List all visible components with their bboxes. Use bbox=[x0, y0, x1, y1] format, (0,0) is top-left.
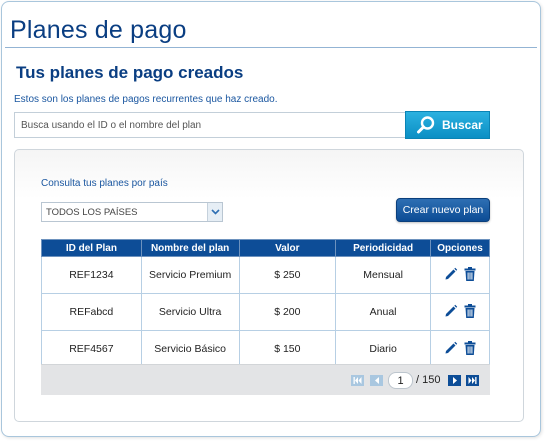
pencil-icon[interactable] bbox=[444, 304, 458, 321]
search-button[interactable]: Buscar bbox=[405, 111, 490, 139]
column-header-period: Periodicidad bbox=[335, 239, 432, 257]
next-page-icon[interactable] bbox=[448, 375, 461, 386]
plan-value: $ 200 bbox=[238, 293, 337, 331]
country-select[interactable]: TODOS LOS PAÍSES bbox=[41, 202, 223, 222]
plan-options bbox=[430, 293, 490, 331]
plan-id: REF4567 bbox=[41, 330, 142, 368]
table-header-row: ID del Plan Nombre del plan Valor Period… bbox=[41, 239, 490, 257]
trash-icon[interactable] bbox=[464, 266, 476, 284]
table-row: REF4567 Servicio Básico $ 150 Diario bbox=[41, 330, 490, 368]
plan-period: Anual bbox=[335, 293, 432, 331]
previous-page-icon[interactable] bbox=[370, 375, 383, 386]
search-icon bbox=[416, 115, 436, 135]
column-header-value: Valor bbox=[238, 239, 337, 257]
search-input[interactable] bbox=[14, 112, 406, 138]
title-divider bbox=[5, 47, 537, 48]
plans-table: ID del Plan Nombre del plan Valor Period… bbox=[41, 239, 490, 368]
page-number-input[interactable] bbox=[388, 372, 413, 389]
chevron-down-icon bbox=[207, 203, 222, 221]
country-filter-label: Consulta tus planes por país bbox=[41, 178, 168, 189]
country-select-value: TODOS LOS PAÍSES bbox=[46, 206, 138, 218]
create-plan-button[interactable]: Crear nuevo plan bbox=[396, 198, 490, 222]
plan-period: Mensual bbox=[335, 256, 432, 294]
plan-id: REFabcd bbox=[41, 293, 142, 331]
plan-id: REF1234 bbox=[41, 256, 142, 294]
plan-value: $ 250 bbox=[238, 256, 337, 294]
plan-options bbox=[430, 256, 490, 294]
table-row: REF1234 Servicio Premium $ 250 Mensual bbox=[41, 256, 490, 294]
first-page-icon[interactable] bbox=[351, 375, 364, 386]
trash-icon[interactable] bbox=[464, 340, 476, 358]
section-description: Estos son los planes de pagos recurrente… bbox=[14, 94, 278, 105]
column-header-options: Opciones bbox=[430, 239, 490, 257]
plan-period: Diario bbox=[335, 330, 432, 368]
page-title: Planes de pago bbox=[10, 16, 187, 44]
plan-value: $ 150 bbox=[238, 330, 337, 368]
main-window: Planes de pago Tus planes de pago creado… bbox=[1, 1, 541, 437]
plan-name: Servicio Básico bbox=[140, 330, 240, 368]
pagination-bar: / 150 bbox=[41, 364, 490, 395]
page-total: / 150 bbox=[416, 374, 441, 386]
plans-panel: Consulta tus planes por país TODOS LOS P… bbox=[14, 149, 524, 422]
table-row: REFabcd Servicio Ultra $ 200 Anual bbox=[41, 293, 490, 331]
last-page-icon[interactable] bbox=[466, 375, 479, 386]
plan-name: Servicio Ultra bbox=[140, 293, 240, 331]
pencil-icon[interactable] bbox=[444, 267, 458, 284]
column-header-id: ID del Plan bbox=[41, 239, 142, 257]
plan-options bbox=[430, 330, 490, 368]
pencil-icon[interactable] bbox=[444, 341, 458, 358]
search-button-label: Buscar bbox=[442, 118, 483, 132]
section-title: Tus planes de pago creados bbox=[16, 63, 244, 82]
plan-name: Servicio Premium bbox=[140, 256, 240, 294]
trash-icon[interactable] bbox=[464, 303, 476, 321]
column-header-name: Nombre del plan bbox=[140, 239, 240, 257]
